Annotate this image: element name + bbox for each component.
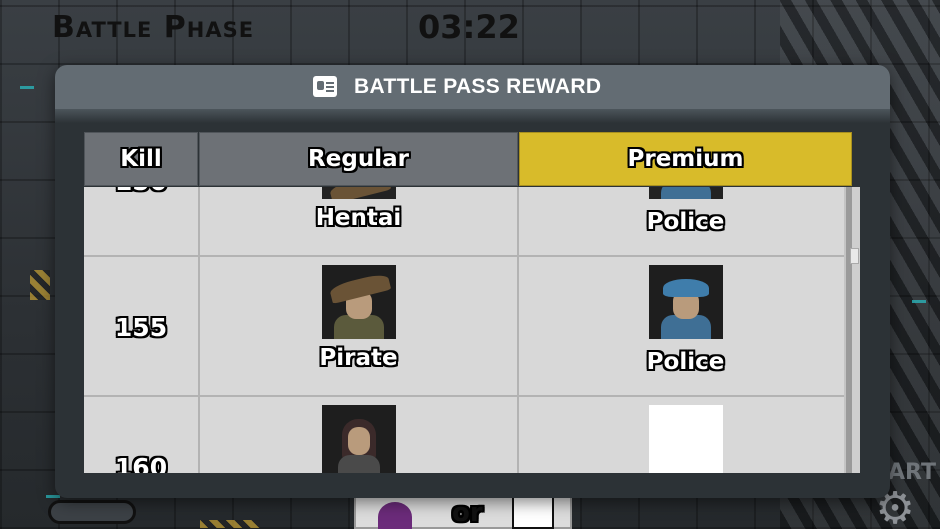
table-row: 160 bbox=[84, 397, 852, 473]
reward-rows: 150 Hentai Police bbox=[84, 187, 852, 473]
scroll-handle[interactable] bbox=[850, 248, 859, 264]
scrollbar-gutter bbox=[852, 187, 860, 473]
regular-reward-cell[interactable]: Hentai bbox=[200, 187, 519, 257]
bottom-left-bar bbox=[48, 500, 136, 524]
id-card-icon bbox=[313, 76, 337, 97]
column-header-premium[interactable]: Premium bbox=[519, 132, 852, 186]
match-timer: 03:22 bbox=[418, 8, 520, 46]
floor-light bbox=[46, 495, 60, 498]
reward-thumbnail[interactable] bbox=[648, 265, 723, 339]
premium-reward-cell[interactable]: Police bbox=[519, 257, 852, 397]
police-character bbox=[649, 265, 723, 339]
pirate-character bbox=[322, 265, 396, 339]
hazard-stripe bbox=[200, 520, 260, 528]
reward-name: Pirate bbox=[319, 345, 398, 371]
female-character bbox=[322, 405, 396, 473]
reward-thumbnail[interactable] bbox=[648, 187, 723, 199]
hazard-stripe bbox=[30, 270, 50, 300]
reward-name: Police bbox=[646, 209, 725, 235]
modal-title: BATTLE PASS REWARD bbox=[354, 75, 602, 98]
floor-light bbox=[912, 300, 926, 303]
modal-header: BATTLE PASS REWARD bbox=[55, 65, 890, 109]
battle-phase-title: Battle Phase bbox=[52, 10, 255, 45]
regular-reward-cell[interactable] bbox=[200, 397, 519, 473]
kill-cell: 155 bbox=[84, 257, 200, 397]
reward-table-viewport[interactable]: 150 Hentai Police bbox=[84, 187, 852, 473]
table-row: 150 Hentai Police bbox=[84, 187, 852, 257]
bottom-choice-slot[interactable] bbox=[512, 494, 554, 529]
battle-pass-modal: BATTLE PASS REWARD Kill Regular Premium … bbox=[55, 65, 890, 498]
reward-thumbnail[interactable] bbox=[321, 265, 396, 339]
modal-header-shelf bbox=[55, 109, 890, 123]
reward-thumbnail[interactable] bbox=[321, 405, 396, 473]
floor-light bbox=[20, 86, 34, 89]
reward-name: Police bbox=[646, 349, 725, 375]
premium-reward-cell[interactable] bbox=[519, 397, 852, 473]
reward-name: Hentai bbox=[315, 205, 402, 231]
regular-reward-cell[interactable]: Pirate bbox=[200, 257, 519, 397]
kill-cell: 160 bbox=[84, 397, 200, 473]
kill-count: 160 bbox=[114, 452, 168, 474]
kill-count: 155 bbox=[114, 312, 168, 342]
start-button-label[interactable]: ART bbox=[888, 460, 936, 485]
kill-cell: 150 bbox=[84, 187, 200, 257]
column-header-regular[interactable]: Regular bbox=[199, 132, 518, 186]
kill-count: 150 bbox=[115, 187, 167, 196]
table-row: 155 Pirate Police bbox=[84, 257, 852, 397]
reward-thumbnail[interactable] bbox=[648, 405, 723, 473]
column-header-kill: Kill bbox=[84, 132, 198, 186]
premium-reward-cell[interactable]: Police bbox=[519, 187, 852, 257]
reward-thumbnail[interactable] bbox=[321, 187, 396, 199]
bottom-or-label: or bbox=[452, 498, 483, 528]
bottom-avatar bbox=[378, 502, 412, 529]
